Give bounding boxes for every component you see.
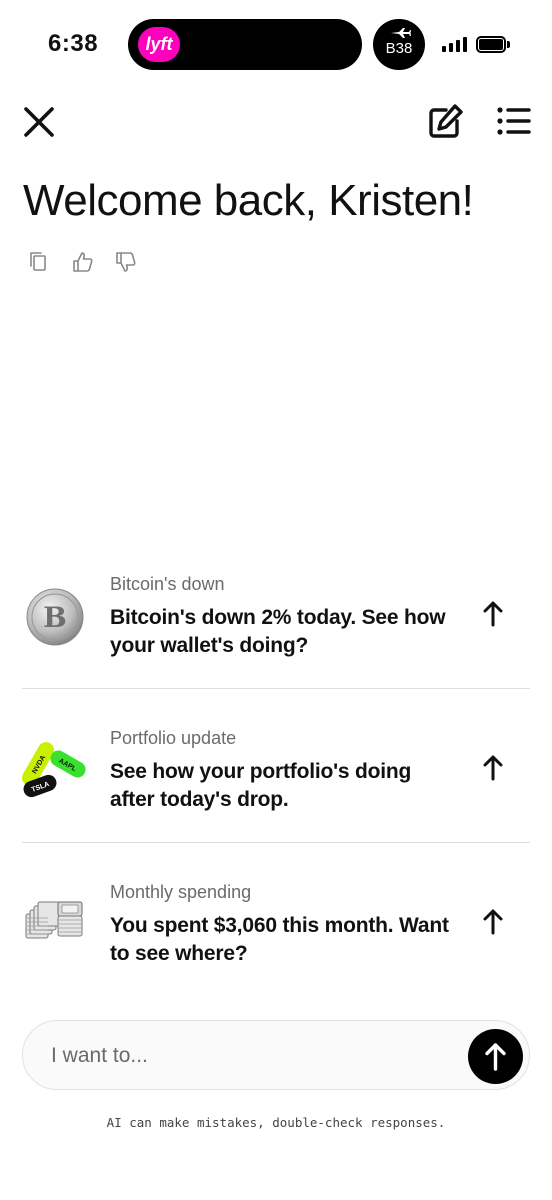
suggestion-title: Bitcoin's down bbox=[110, 574, 225, 594]
arrow-up-icon bbox=[485, 1043, 506, 1071]
status-time: 6:38 bbox=[48, 30, 99, 57]
stock-pills-icon: NVDA AAPL TSLA bbox=[22, 734, 88, 800]
divider bbox=[22, 842, 530, 843]
status-bar: 6:38 lyft B38 bbox=[0, 0, 552, 90]
composer bbox=[22, 1020, 530, 1090]
gate-label: B38 bbox=[385, 40, 413, 57]
cellular-signal-icon bbox=[442, 36, 468, 52]
cash-stack-icon bbox=[22, 898, 88, 964]
suggestion-text: You spent $3,060 this month. Want to see… bbox=[110, 914, 449, 965]
copy-icon[interactable] bbox=[27, 250, 51, 274]
divider bbox=[22, 688, 530, 689]
suggestion-bitcoin[interactable]: B Bitcoin's down Bitcoin's down 2% today… bbox=[22, 574, 530, 694]
close-icon bbox=[24, 107, 54, 137]
gate-badge[interactable]: B38 bbox=[373, 19, 425, 70]
suggestion-portfolio[interactable]: NVDA AAPL TSLA Portfolio update See how … bbox=[22, 728, 530, 848]
thumbs-down-icon[interactable] bbox=[114, 250, 138, 274]
thumbs-up-icon[interactable] bbox=[71, 250, 95, 274]
suggestion-title: Monthly spending bbox=[110, 882, 252, 902]
send-button[interactable] bbox=[468, 1029, 523, 1084]
edit-icon bbox=[429, 104, 463, 138]
close-button[interactable] bbox=[20, 101, 58, 141]
new-chat-button[interactable] bbox=[424, 101, 466, 141]
list-icon bbox=[497, 107, 531, 135]
arrow-up-icon[interactable] bbox=[481, 752, 505, 782]
page-title: Welcome back, Kristen! bbox=[23, 176, 474, 225]
lyft-logo: lyft bbox=[138, 27, 180, 62]
menu-button[interactable] bbox=[492, 101, 534, 141]
suggestion-text: See how your portfolio's doing after tod… bbox=[110, 760, 412, 811]
battery-icon bbox=[476, 36, 510, 53]
arrow-up-icon[interactable] bbox=[481, 598, 505, 628]
bitcoin-coin-icon: B bbox=[22, 588, 88, 654]
suggestion-title: Portfolio update bbox=[110, 728, 237, 748]
suggestion-text: Bitcoin's down 2% today. See how your wa… bbox=[110, 606, 446, 657]
dynamic-island[interactable]: lyft bbox=[128, 19, 362, 70]
message-input[interactable] bbox=[51, 1042, 451, 1070]
disclaimer: AI can make mistakes, double-check respo… bbox=[106, 1115, 446, 1130]
arrow-up-icon[interactable] bbox=[481, 906, 505, 936]
svg-text:B: B bbox=[43, 601, 67, 634]
suggestion-spending[interactable]: Monthly spending You spent $3,060 this m… bbox=[22, 882, 530, 1002]
